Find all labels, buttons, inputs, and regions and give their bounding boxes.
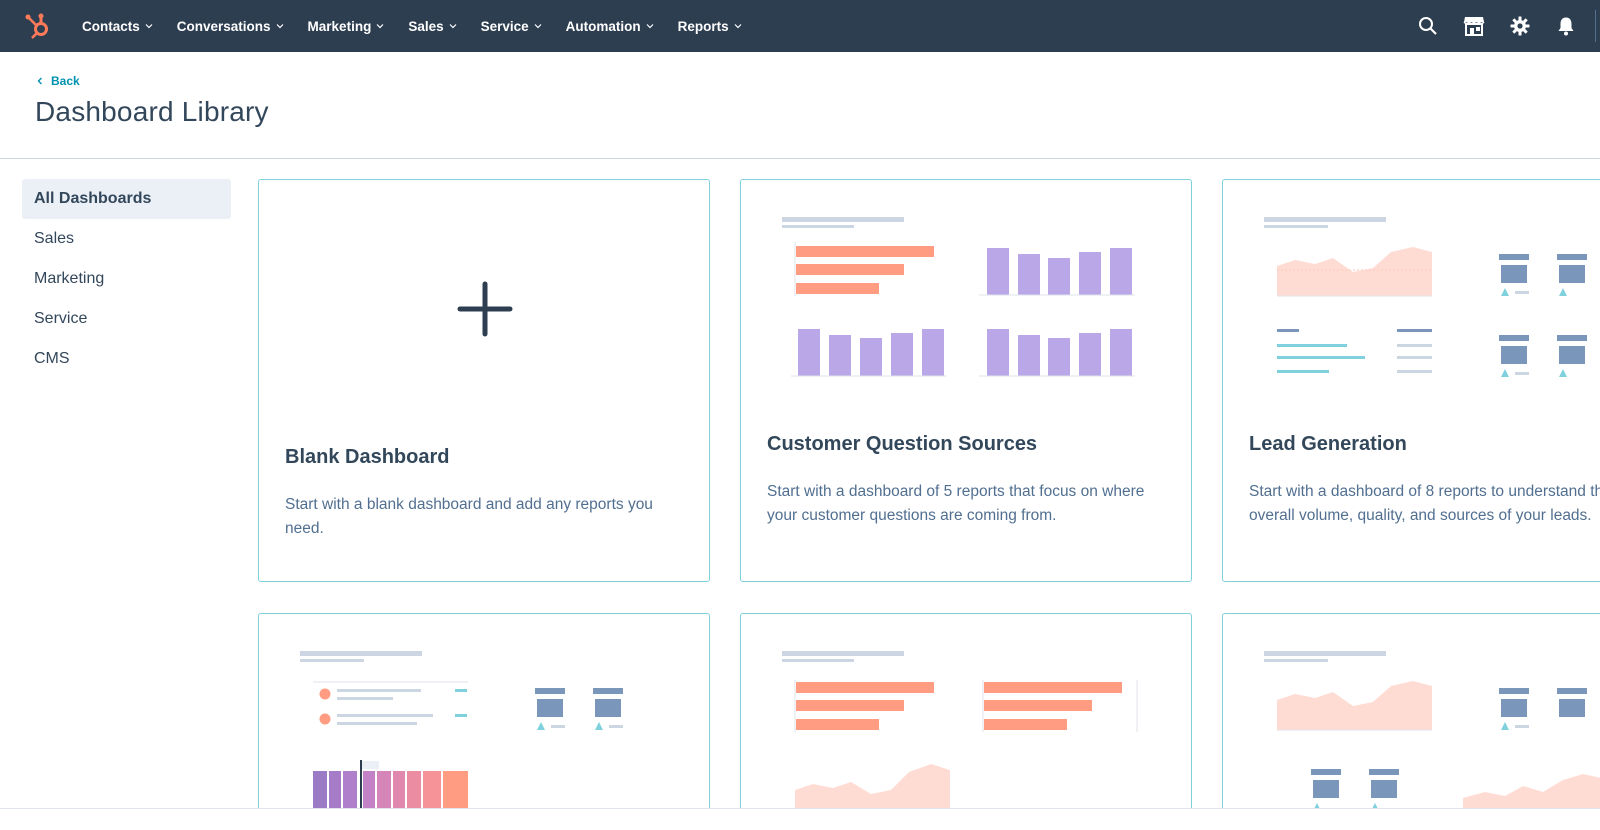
dashboard-preview-thumbnail <box>782 651 1138 814</box>
nav-item-label: Sales <box>408 18 444 34</box>
chevron-left-icon <box>37 77 42 85</box>
chevron-down-icon <box>145 24 153 29</box>
nav-divider <box>1595 10 1596 42</box>
sidebar-item-sales[interactable]: Sales <box>22 219 231 259</box>
settings-button[interactable] <box>1497 0 1543 52</box>
nav-item-conversations[interactable]: Conversations <box>165 0 296 52</box>
nav-item-contacts[interactable]: Contacts <box>70 0 165 52</box>
dashboard-preview-thumbnail <box>300 651 623 814</box>
card-title: Blank Dashboard <box>285 446 450 468</box>
nav-item-label: Automation <box>565 18 641 34</box>
nav-item-marketing[interactable]: Marketing <box>296 0 397 52</box>
category-sidebar: All Dashboards Sales Marketing Service C… <box>22 179 231 379</box>
window-bottom-edge <box>0 808 1600 830</box>
sidebar-item-all-dashboards[interactable]: All Dashboards <box>22 179 231 219</box>
nav-item-label: Conversations <box>176 18 271 34</box>
card-description: Start with a dashboard of 8 reports to u… <box>1249 480 1600 528</box>
chevron-down-icon <box>534 24 542 29</box>
settings-gear-icon <box>1510 16 1530 36</box>
dashboard-card-row2-3[interactable] <box>1222 613 1600 830</box>
hubspot-logo-icon[interactable] <box>24 12 52 40</box>
nav-item-automation[interactable]: Automation <box>554 0 666 52</box>
sidebar-item-label: Sales <box>34 230 75 247</box>
nav-item-service[interactable]: Service <box>469 0 554 52</box>
sidebar-item-label: CMS <box>34 350 70 367</box>
search-icon <box>1419 17 1437 35</box>
sidebar-item-service[interactable]: Service <box>22 299 231 339</box>
card-description: Start with a dashboard of 5 reports that… <box>767 483 1145 524</box>
dashboard-card-lead-generation[interactable]: Lead Generation Start with a dashboard o… <box>1222 179 1600 582</box>
chevron-down-icon <box>276 24 283 29</box>
sidebar-item-label: All Dashboards <box>34 190 152 207</box>
marketplace-icon <box>1463 17 1485 36</box>
dashboard-card-customer-question-sources[interactable]: Customer Question Sources Start with a d… <box>740 179 1192 582</box>
primary-nav-menu: Contacts Conversations Marketing Sales S… <box>70 0 754 52</box>
sidebar-item-marketing[interactable]: Marketing <box>22 259 231 299</box>
sidebar-item-label: Service <box>34 310 88 327</box>
notifications-button[interactable] <box>1543 0 1589 52</box>
nav-item-sales[interactable]: Sales <box>396 0 468 52</box>
plus-icon <box>457 281 513 337</box>
card-title: Customer Question Sources <box>767 433 1038 455</box>
nav-item-label: Reports <box>677 18 729 34</box>
chevron-down-icon <box>449 24 457 29</box>
dashboard-card-blank[interactable]: Blank Dashboard Start with a blank dashb… <box>258 179 710 582</box>
dashboard-preview-thumbnail <box>1264 651 1600 814</box>
chevron-down-icon <box>646 24 654 29</box>
card-title: Lead Generation <box>1249 433 1407 455</box>
nav-utility-icons <box>1405 0 1600 52</box>
page-title: Dashboard Library <box>35 96 269 127</box>
card-description: Start with a blank dashboard and add any… <box>285 496 653 537</box>
back-link[interactable]: Back <box>36 74 80 88</box>
nav-item-label: Contacts <box>82 18 140 34</box>
top-navigation-bar: Contacts Conversations Marketing Sales S… <box>0 0 1600 52</box>
back-link-label: Back <box>51 74 80 88</box>
chevron-down-icon <box>376 24 384 29</box>
page-header: Back Dashboard Library <box>0 52 1600 159</box>
chevron-down-icon <box>734 24 742 29</box>
dashboard-preview-thumbnail <box>1264 217 1587 377</box>
marketplace-button[interactable] <box>1451 0 1497 52</box>
nav-item-reports[interactable]: Reports <box>666 0 754 52</box>
nav-item-label: Service <box>480 18 529 34</box>
search-button[interactable] <box>1405 0 1451 52</box>
dashboard-card-row2-1[interactable] <box>258 613 710 830</box>
dashboard-card-row2-2[interactable] <box>740 613 1192 830</box>
notification-bell-icon <box>1558 17 1574 36</box>
card-description-text: Start with a dashboard of 8 reports to u… <box>1249 483 1600 524</box>
sidebar-item-cms[interactable]: CMS <box>22 339 231 379</box>
nav-item-label: Marketing <box>307 18 372 34</box>
sidebar-item-label: Marketing <box>34 270 105 287</box>
dashboard-preview-thumbnail <box>782 217 1135 377</box>
